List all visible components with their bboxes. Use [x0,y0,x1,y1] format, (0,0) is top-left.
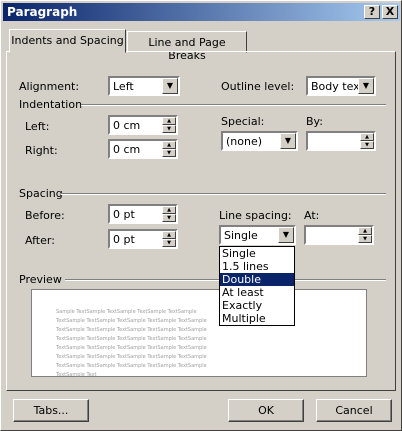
at-label: At: [304,209,320,222]
spin-down-icon[interactable]: ▼ [162,125,176,133]
spacing-after-label: After: [25,234,55,247]
help-button[interactable]: ? [364,5,380,19]
spin-up-icon[interactable]: ▲ [162,117,176,125]
line-spacing-value: Single [224,229,258,242]
alignment-value: Left [113,80,134,93]
spacing-before-label: Before: [25,209,65,222]
paragraph-dialog: Paragraph ? X Indents and Spacing Line a… [0,0,402,431]
tabs-button[interactable]: Tabs... [13,399,89,422]
right-indent-label: Right: [25,144,58,157]
spin-down-icon[interactable]: ▼ [360,141,374,149]
preview-box: Sample TextSample TextSample TextSample … [31,289,367,378]
list-item[interactable]: Exactly [220,299,294,312]
dialog-title: Paragraph [7,5,78,19]
outline-level-select[interactable]: Body text ▼ [306,76,376,96]
special-label: Special: [221,115,265,128]
spacing-heading: Spacing [19,187,63,200]
tab-indents-and-spacing[interactable]: Indents and Spacing [9,29,126,53]
right-indent-value: 0 cm [113,143,141,156]
spin-up-icon[interactable]: ▲ [162,141,176,149]
list-item[interactable]: Multiple [220,312,294,325]
spin-down-icon[interactable]: ▼ [358,235,372,243]
by-label: By: [306,115,323,128]
title-bar[interactable]: Paragraph ? X [3,3,400,21]
tab-line-and-page-breaks[interactable]: Line and Page Breaks [127,31,247,62]
at-input[interactable]: ▲ ▼ [304,225,374,245]
line-spacing-select[interactable]: Single ▼ [219,225,296,245]
spin-up-icon[interactable]: ▲ [358,227,372,235]
list-item[interactable]: 1.5 lines [220,260,294,273]
ok-button[interactable]: OK [228,399,304,422]
alignment-select[interactable]: Left ▼ [108,76,180,96]
list-item[interactable]: At least [220,286,294,299]
list-item[interactable]: Double [220,273,294,286]
close-button[interactable]: X [382,5,398,19]
chevron-down-icon[interactable]: ▼ [162,78,178,94]
left-indent-value: 0 cm [113,119,141,132]
line-spacing-label: Line spacing: [219,209,292,222]
by-input[interactable]: ▲ ▼ [306,131,376,151]
spacing-before-value: 0 pt [113,208,135,221]
spacing-before-input[interactable]: 0 pt ▲ ▼ [108,204,178,224]
line-spacing-dropdown-list[interactable]: Single 1.5 lines Double At least Exactly… [219,246,295,326]
spin-up-icon[interactable]: ▲ [360,133,374,141]
outline-level-label: Outline level: [221,80,295,93]
right-indent-input[interactable]: 0 cm ▲ ▼ [108,139,178,159]
indentation-divider [81,104,386,106]
spin-up-icon[interactable]: ▲ [162,231,176,239]
spacing-after-value: 0 pt [113,233,135,246]
spacing-divider [61,193,386,195]
special-select[interactable]: (none) ▼ [221,131,298,151]
list-item[interactable]: Single [220,247,294,260]
spin-down-icon[interactable]: ▼ [162,149,176,157]
spin-down-icon[interactable]: ▼ [162,239,176,247]
outline-level-value: Body text [311,80,364,93]
cancel-button[interactable]: Cancel [316,399,392,422]
chevron-down-icon[interactable]: ▼ [358,78,374,94]
left-indent-label: Left: [25,120,50,133]
chevron-down-icon[interactable]: ▼ [280,133,296,149]
preview-sample-text: Sample TextSample TextSample TextSample … [56,309,207,378]
alignment-label: Alignment: [19,80,80,93]
spin-down-icon[interactable]: ▼ [162,214,176,222]
preview-heading: Preview [19,273,62,286]
spin-up-icon[interactable]: ▲ [162,206,176,214]
indentation-heading: Indentation [19,98,83,111]
special-value: (none) [226,135,263,148]
chevron-down-icon[interactable]: ▼ [278,227,294,243]
spacing-after-input[interactable]: 0 pt ▲ ▼ [108,229,178,249]
left-indent-input[interactable]: 0 cm ▲ ▼ [108,115,178,135]
